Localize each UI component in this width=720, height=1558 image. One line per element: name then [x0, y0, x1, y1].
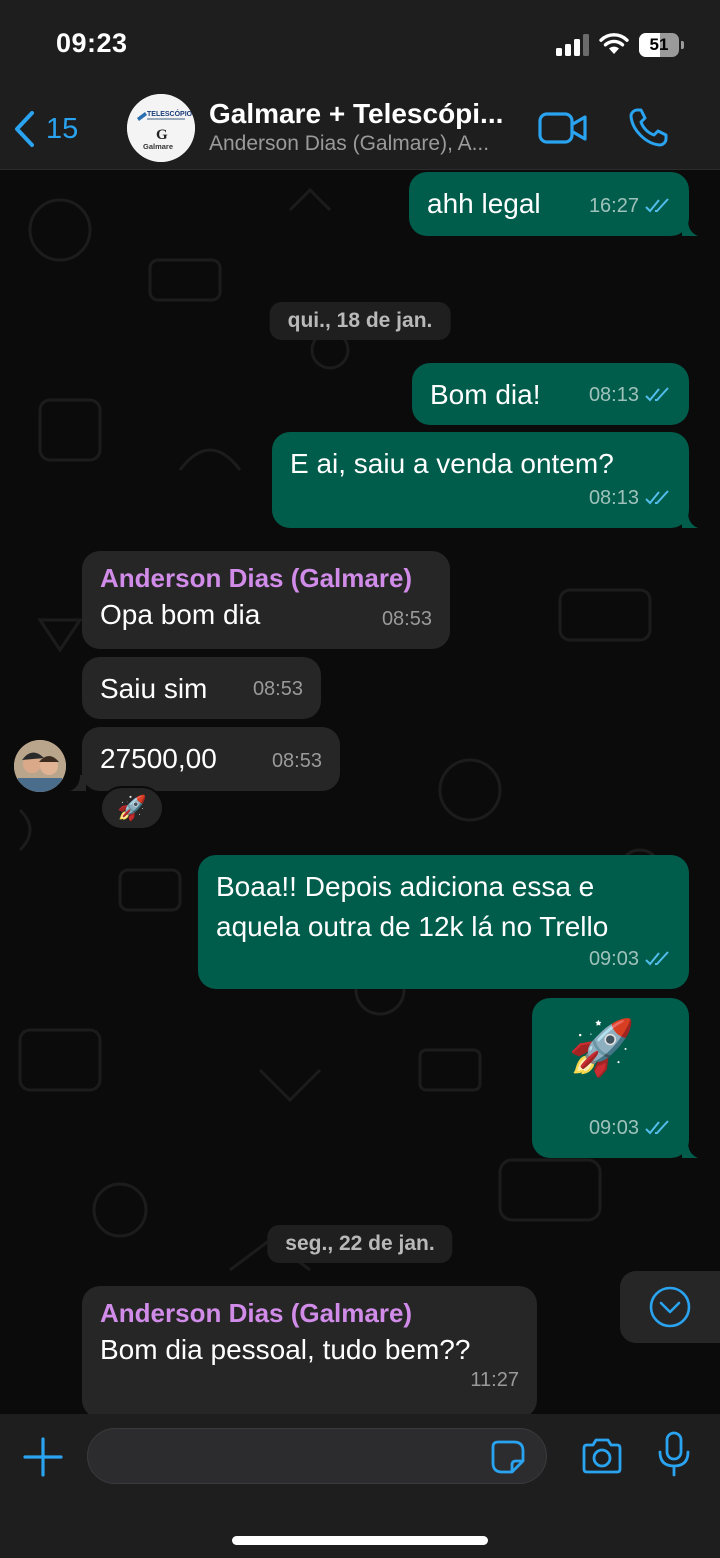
avatar-text-top: TELESCÓPIO	[147, 109, 193, 118]
bubble-tail	[70, 775, 86, 791]
bubble-tail	[682, 512, 698, 528]
message-text-line: Boaa!! Depois adiciona essa e	[216, 871, 595, 902]
microphone-icon[interactable]	[656, 1430, 692, 1478]
double-check-icon	[645, 951, 669, 966]
signal-icon	[556, 34, 592, 56]
avatar[interactable]	[14, 740, 66, 792]
message-text: 27500,00	[100, 743, 217, 774]
battery-level: 51	[649, 35, 669, 54]
group-avatar[interactable]: TELESCÓPIO G Galmare	[127, 94, 195, 162]
message-incoming[interactable]: Saiu sim 08:53	[82, 657, 321, 719]
chat-participants[interactable]: Anderson Dias (Galmare), A...	[209, 132, 489, 156]
video-call-icon[interactable]	[538, 110, 588, 146]
chat-title[interactable]: Galmare + Telescópi...	[209, 98, 503, 130]
double-check-icon	[645, 1120, 669, 1135]
message-text: Opa bom dia	[100, 599, 261, 630]
message-list[interactable]: ahh legal 16:27 qui., 18 de jan. Bom dia…	[0, 170, 720, 1414]
message-outgoing[interactable]: Boaa!! Depois adiciona essa e aquela out…	[198, 855, 689, 989]
wifi-icon	[599, 33, 629, 54]
message-incoming[interactable]: 27500,00 08:53	[82, 727, 340, 791]
message-incoming[interactable]: Anderson Dias (Galmare) Opa bom dia 08:5…	[82, 551, 450, 649]
message-time: 08:13	[588, 384, 639, 406]
group-logo-icon: TELESCÓPIO G Galmare	[127, 94, 195, 162]
avatar-letter: G	[156, 127, 168, 143]
message-time: 11:27	[470, 1369, 519, 1391]
message-outgoing[interactable]: 🚀 09:03	[532, 998, 689, 1158]
bubble-tail	[682, 220, 698, 236]
message-text: Bom dia pessoal, tudo bem??	[100, 1334, 471, 1365]
message-outgoing[interactable]: E ai, saiu a venda ontem? 08:13	[272, 432, 689, 528]
message-time: 16:27	[588, 195, 639, 217]
message-text: ahh legal	[427, 188, 541, 219]
bubble-tail	[682, 1142, 698, 1158]
camera-icon[interactable]	[580, 1436, 624, 1476]
message-time: 08:53	[252, 678, 303, 700]
battery-indicator: 51	[639, 33, 685, 57]
double-check-icon	[645, 198, 669, 213]
message-sender[interactable]: Anderson Dias (Galmare)	[100, 1296, 519, 1330]
message-input[interactable]	[87, 1428, 547, 1484]
message-sender[interactable]: Anderson Dias (Galmare)	[100, 561, 432, 595]
unread-count: 15	[46, 112, 79, 145]
voice-call-icon[interactable]	[628, 106, 670, 148]
home-indicator	[232, 1536, 488, 1545]
message-reaction[interactable]: 🚀	[100, 786, 164, 830]
message-composer	[0, 1414, 720, 1558]
date-separator: seg., 22 de jan.	[267, 1225, 453, 1263]
message-text: Bom dia!	[430, 379, 541, 410]
double-check-icon	[645, 387, 669, 402]
message-text: E ai, saiu a venda ontem?	[290, 448, 614, 479]
chevron-down-icon	[649, 1286, 691, 1328]
plus-icon[interactable]	[22, 1436, 64, 1478]
scroll-to-bottom-button[interactable]	[620, 1271, 720, 1343]
message-text-line: aquela outra de 12k lá no Trello	[216, 911, 609, 942]
user-photo	[14, 740, 66, 792]
message-outgoing[interactable]: ahh legal 16:27	[409, 172, 689, 236]
status-bar: 09:23 51	[0, 0, 720, 88]
message-time: 08:13	[588, 487, 639, 509]
message-outgoing[interactable]: Bom dia! 08:13	[412, 363, 689, 425]
message-text: Saiu sim	[100, 673, 208, 704]
date-separator: qui., 18 de jan.	[269, 302, 451, 340]
message-incoming[interactable]: Anderson Dias (Galmare) Bom dia pessoal,…	[82, 1286, 537, 1414]
message-time: 09:03	[588, 1117, 639, 1139]
chat-header: 15 TELESCÓPIO G Galmare Galmare + Telesc…	[0, 88, 720, 170]
sticker-icon[interactable]	[490, 1439, 526, 1475]
back-button[interactable]: 15	[12, 106, 78, 152]
avatar-text-bottom: Galmare	[143, 142, 173, 151]
back-chevron-icon	[15, 111, 34, 147]
double-check-icon	[645, 490, 669, 505]
message-time: 08:53	[381, 608, 432, 630]
message-time: 08:53	[271, 750, 322, 772]
status-time: 09:23	[56, 28, 128, 58]
message-time: 09:03	[588, 948, 639, 970]
message-emoji: 🚀	[568, 1018, 636, 1078]
